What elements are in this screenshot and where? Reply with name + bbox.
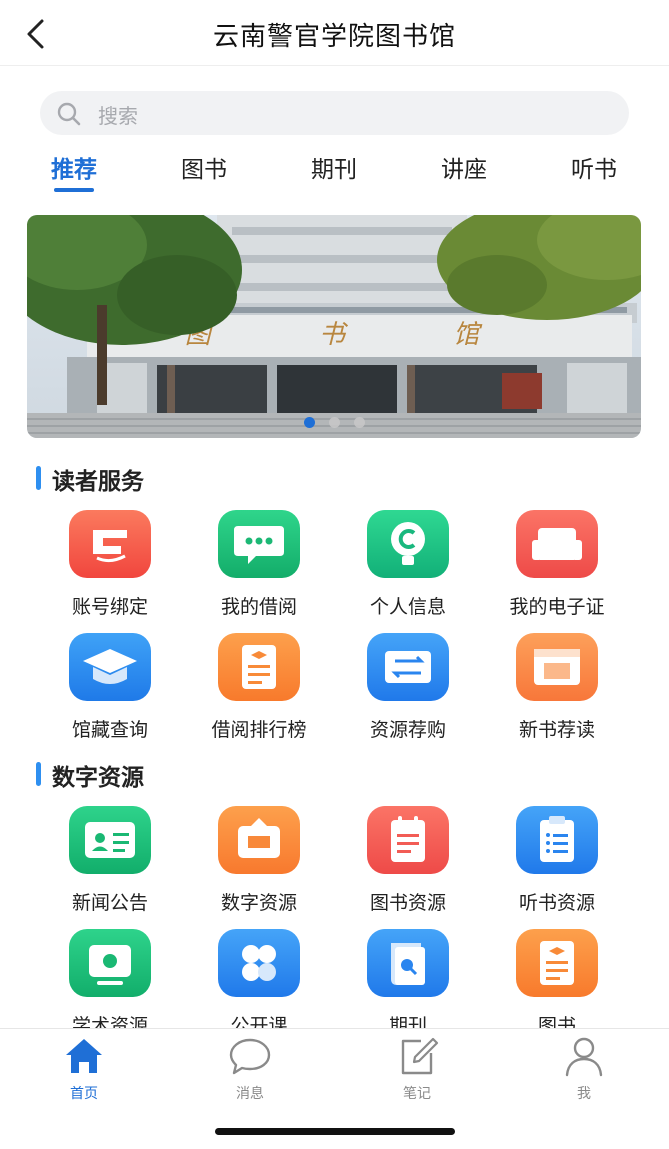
service-my-ecard[interactable]: 我的电子证 [482, 510, 632, 620]
resource-audiobooks[interactable]: 听书资源 [482, 806, 632, 916]
report-icon [218, 633, 300, 701]
tabbar-home[interactable]: 首页 [29, 1035, 139, 1102]
service-collection-search[interactable]: 馆藏查询 [35, 633, 185, 743]
user-icon [565, 1037, 603, 1077]
tab-label: 期刊 [311, 157, 357, 183]
id-card-icon [69, 510, 151, 578]
screen-icon [69, 929, 151, 997]
resource-journals[interactable]: 期刊 [333, 929, 483, 1039]
grid-label: 馆藏查询 [71, 719, 148, 741]
tab-books[interactable]: 图书 [149, 150, 259, 184]
carousel-dot[interactable] [328, 417, 340, 428]
carousel-indicator [27, 413, 641, 432]
message-dots-icon [218, 510, 300, 578]
service-new-book-reading[interactable]: 新书荐读 [482, 633, 632, 743]
service-my-borrowing[interactable]: 我的借阅 [184, 510, 334, 620]
app-header: 云南警官学院图书馆 [0, 0, 669, 66]
tab-journals[interactable]: 期刊 [279, 150, 389, 184]
tabbar-label: 我 [577, 1086, 591, 1102]
grid-label: 个人信息 [369, 596, 446, 618]
chat-bubble-icon [229, 1038, 271, 1075]
grid-label: 数字资源 [220, 892, 297, 914]
tab-label: 讲座 [441, 157, 487, 183]
grid-label: 账号绑定 [71, 596, 148, 618]
person-bulb-icon [367, 510, 449, 578]
carousel-dot[interactable] [353, 417, 365, 428]
tabbar-notes[interactable]: 笔记 [362, 1035, 472, 1102]
tabbar-messages[interactable]: 消息 [195, 1035, 305, 1102]
grid-label: 新书荐读 [518, 719, 595, 741]
resource-digital[interactable]: 数字资源 [184, 806, 334, 916]
certificate-icon [516, 929, 598, 997]
category-tabs: 推荐 图书 期刊 讲座 听书 [0, 150, 669, 196]
grid-label: 借阅排行榜 [211, 719, 307, 741]
tab-label: 推荐 [51, 157, 97, 183]
tabbar-label: 首页 [70, 1086, 98, 1102]
service-account-binding[interactable]: 账号绑定 [35, 510, 185, 620]
page-title: 云南警官学院图书馆 [212, 22, 456, 52]
search-icon [57, 102, 81, 126]
service-borrowing-ranking[interactable]: 借阅排行榜 [184, 633, 334, 743]
search-input[interactable]: 搜索 [40, 91, 629, 135]
book-window-icon [516, 633, 598, 701]
notepad-icon [367, 806, 449, 874]
resource-open-course[interactable]: 公开课 [184, 929, 334, 1039]
tab-label: 图书 [181, 157, 227, 183]
exchange-icon [367, 633, 449, 701]
grid-label: 新闻公告 [71, 892, 148, 914]
tabbar-me[interactable]: 我 [529, 1035, 639, 1102]
sofa-icon [516, 510, 598, 578]
graduation-cap-icon [69, 633, 151, 701]
resource-academic[interactable]: 学术资源 [35, 929, 185, 1039]
grid-label: 我的借阅 [220, 596, 297, 618]
section-title-reader-services: 读者服务 [36, 462, 144, 495]
home-indicator [215, 1128, 455, 1135]
active-tab-underline [54, 188, 94, 192]
clover-icon [218, 929, 300, 997]
service-resource-recommend[interactable]: 资源荐购 [333, 633, 483, 743]
home-icon [66, 1039, 102, 1073]
tab-audiobooks[interactable]: 听书 [539, 150, 649, 184]
grid-label: 听书资源 [518, 892, 595, 914]
tab-lectures[interactable]: 讲座 [409, 150, 519, 184]
resource-news[interactable]: 新闻公告 [35, 806, 185, 916]
service-personal-info[interactable]: 个人信息 [333, 510, 483, 620]
grid-label: 资源荐购 [369, 719, 446, 741]
grid-label: 我的电子证 [509, 596, 605, 618]
search-placeholder: 搜索 [98, 104, 138, 128]
magazine-icon [367, 929, 449, 997]
edit-note-icon [401, 1037, 439, 1075]
tabbar-label: 消息 [236, 1086, 264, 1102]
frame-icon [218, 806, 300, 874]
banner-carousel[interactable]: 图 书 馆 [27, 215, 641, 438]
tab-label: 听书 [571, 157, 617, 183]
contact-card-icon [69, 806, 151, 874]
tab-recommend[interactable]: 推荐 [19, 150, 129, 192]
section-title-digital-resources: 数字资源 [36, 758, 144, 791]
clipboard-list-icon [516, 806, 598, 874]
grid-label: 图书资源 [369, 892, 446, 914]
resource-books[interactable]: 图书资源 [333, 806, 483, 916]
library-building-photo: 图 书 馆 [27, 215, 641, 438]
building-sign: 图 书 馆 [185, 320, 530, 350]
carousel-dot[interactable] [303, 417, 315, 428]
tabbar-label: 笔记 [403, 1086, 431, 1102]
resource-books-2[interactable]: 图书 [482, 929, 632, 1039]
